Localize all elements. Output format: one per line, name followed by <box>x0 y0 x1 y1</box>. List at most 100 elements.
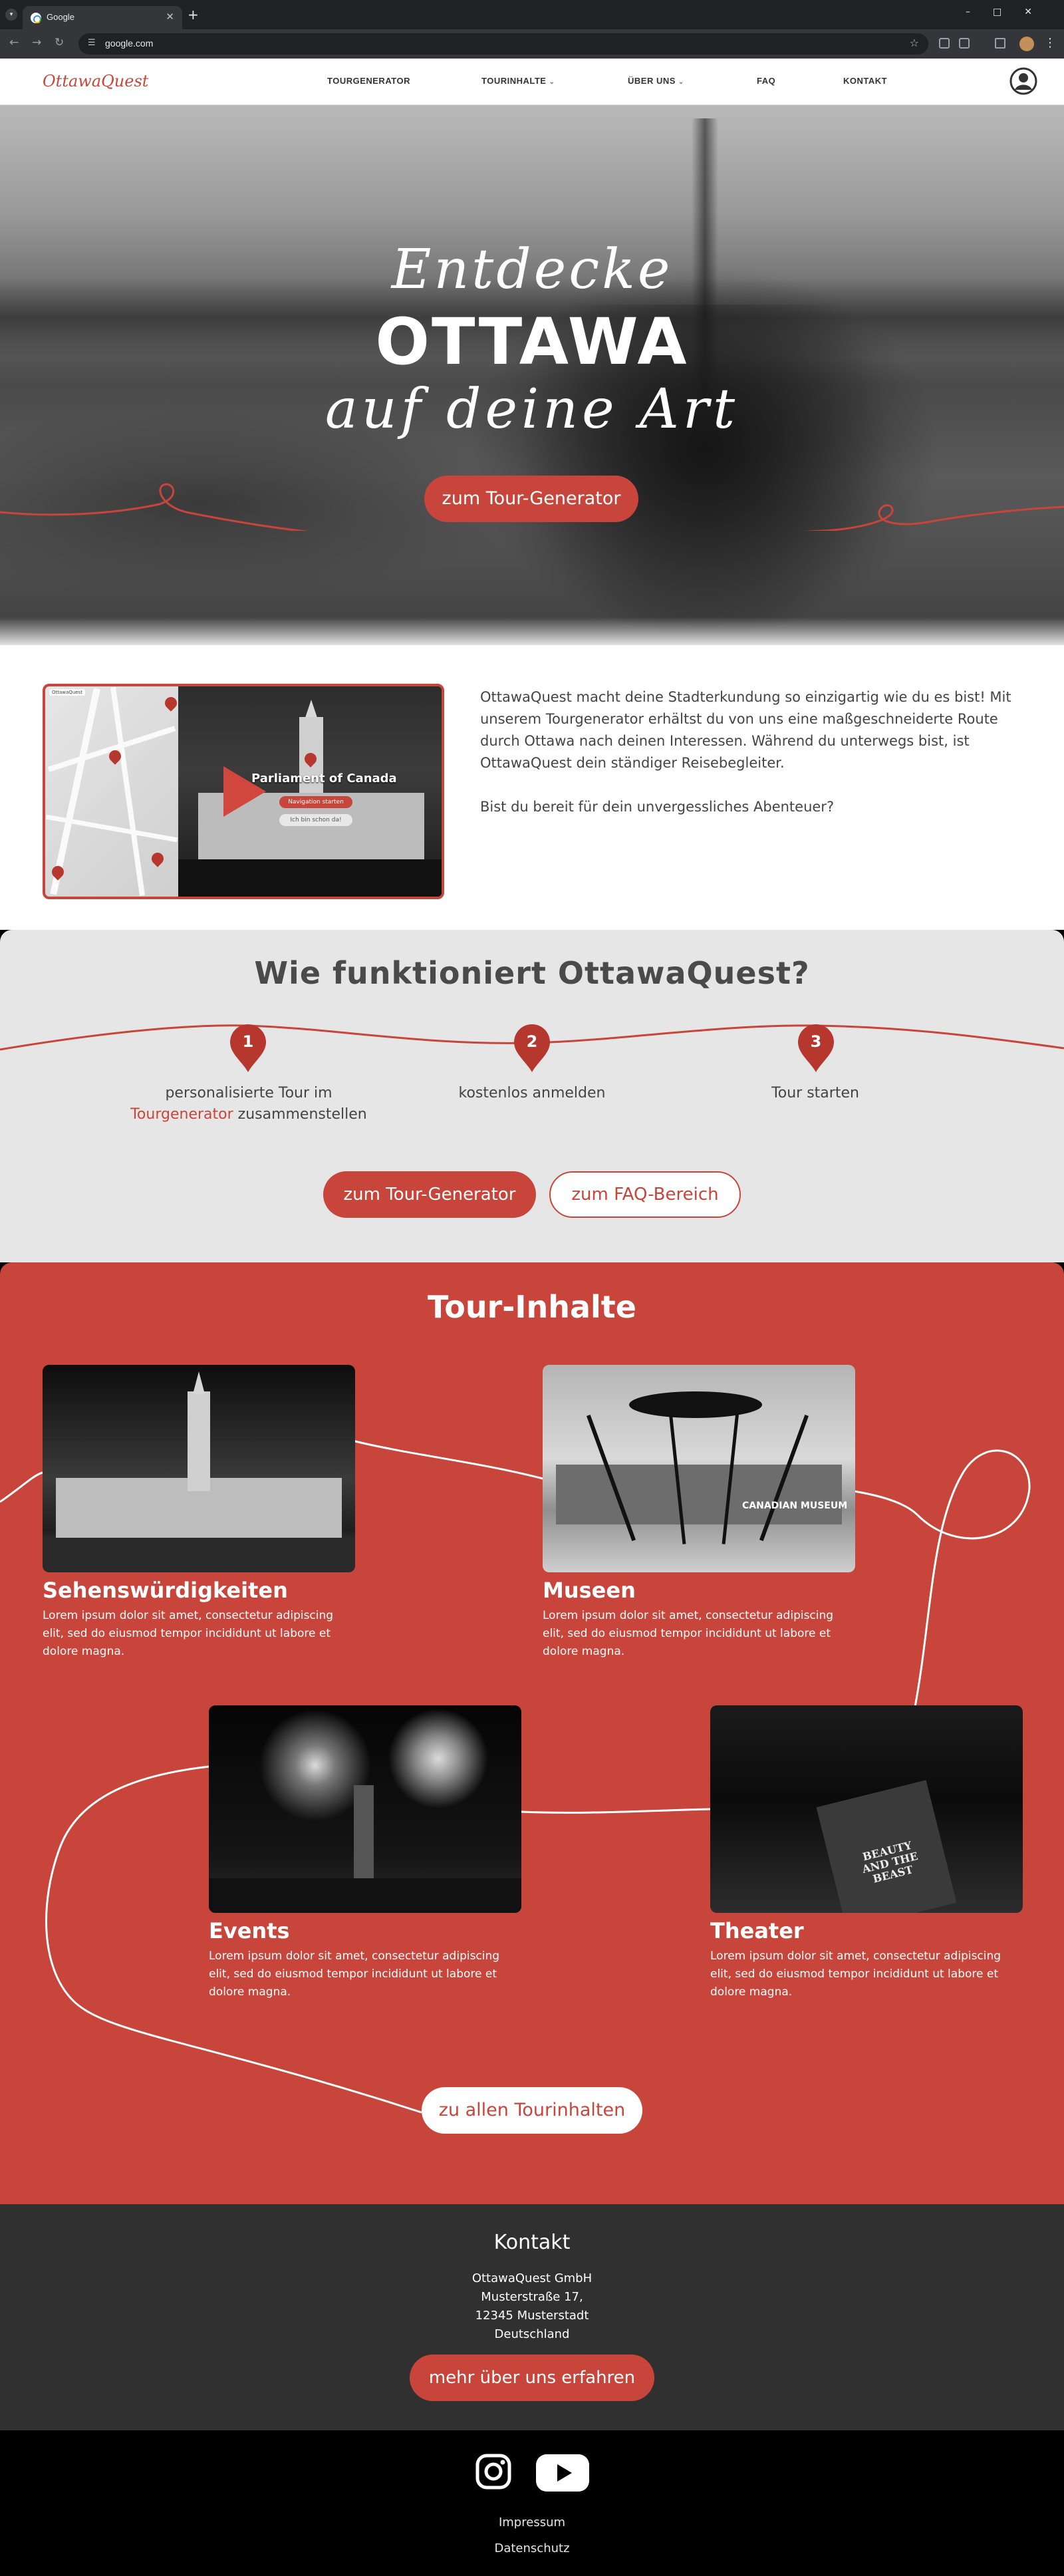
card-title: Events <box>209 1918 290 1943</box>
contact-title: Kontakt <box>493 2231 571 2254</box>
browser-menu-icon[interactable]: ⋮ <box>1044 36 1056 50</box>
new-tab-icon[interactable]: + <box>188 7 199 23</box>
intro-video[interactable]: OttawaQuest Parliament of Canada Navigat… <box>43 684 444 899</box>
nav-ueber-uns[interactable]: ÜBER UNS ⌄ <box>628 76 684 86</box>
museums-image: CANADIAN MUSEUM OF HISTORY <box>543 1365 855 1572</box>
step-marker-1: 1 <box>229 1024 267 1072</box>
chevron-down-icon: ⌄ <box>678 78 684 86</box>
card-title: Museen <box>543 1578 636 1603</box>
url-text: google.com <box>105 38 154 49</box>
back-icon[interactable]: ← <box>9 36 19 49</box>
nav-kontakt[interactable]: KONTAKT <box>843 76 887 86</box>
window-controls[interactable]: –□✕ <box>966 7 1055 17</box>
reload-icon[interactable]: ↻ <box>55 36 64 49</box>
hero-title-city: OTTAWA <box>375 305 689 379</box>
nav-label: TOURGENERATOR <box>327 76 410 86</box>
intro-text: OttawaQuest macht deine Stadterkundung s… <box>480 686 1025 840</box>
user-account-icon[interactable] <box>1009 67 1037 95</box>
bookmark-star-icon[interactable]: ☆ <box>910 37 919 49</box>
tour-title: Tour-Inhalte <box>427 1289 636 1325</box>
extension-icon[interactable] <box>939 38 950 49</box>
privacy-link[interactable]: Datenschutz <box>0 2541 1064 2555</box>
browser-toolbar: ← → ↻ ☰ google.com ☆ ⋮ <box>0 29 1064 59</box>
step-text-1: personalisierte Tour im Tourgenerator zu… <box>116 1083 382 1125</box>
forward-icon[interactable]: → <box>32 36 41 49</box>
video-map-tag: OttawaQuest <box>49 689 85 696</box>
faq-button[interactable]: zum FAQ-Bereich <box>549 1171 741 1218</box>
tour-generator-button[interactable]: zum Tour-Generator <box>323 1171 536 1218</box>
sights-image <box>43 1365 355 1572</box>
contact-address: OttawaQuest GmbH Musterstraße 17, 12345 … <box>0 2269 1064 2344</box>
card-description: Lorem ipsum dolor sit amet, consectetur … <box>710 1949 1001 1999</box>
events-image <box>209 1705 521 1913</box>
step-text: personalisierte Tour im <box>165 1085 332 1101</box>
nav-label: KONTAKT <box>843 76 888 86</box>
hero-tour-generator-button[interactable]: zum Tour-Generator <box>424 476 638 522</box>
nav-tourgenerator[interactable]: TOURGENERATOR <box>327 76 410 86</box>
street: Musterstraße 17, <box>481 2290 583 2304</box>
youtube-icon[interactable] <box>536 2454 589 2492</box>
tour-content-section: Tour-Inhalte Sehenswürdigkeiten Lorem ip… <box>0 1262 1064 2204</box>
extensions-puzzle-icon[interactable] <box>959 38 970 49</box>
site-footer: Impressum Datenschutz <box>0 2430 1064 2576</box>
card-title: Theater <box>710 1918 804 1943</box>
nav-faq[interactable]: FAQ <box>757 76 775 86</box>
museum-sign: CANADIAN MUSEUM OF HISTORY <box>742 1501 849 1511</box>
video-map-thumbnail: OttawaQuest <box>45 686 180 897</box>
hero-title-line3: auf deine Art <box>325 378 739 441</box>
video-thumbnail-button-navigate: Navigation starten <box>279 796 352 808</box>
imprint-link[interactable]: Impressum <box>0 2515 1064 2529</box>
step-number: 3 <box>810 1032 822 1051</box>
how-title: Wie funktioniert OttawaQuest? <box>254 955 810 991</box>
map-pin-icon <box>49 863 66 881</box>
tab-title: Google <box>47 12 74 22</box>
chevron-down-icon: ⌄ <box>549 78 555 86</box>
nav-label: FAQ <box>757 76 776 86</box>
all-tour-content-button[interactable]: zu allen Tourinhalten <box>422 2087 642 2134</box>
how-it-works-section: Wie funktioniert OttawaQuest? 1 2 3 pers… <box>0 930 1064 1262</box>
contact-section: Kontakt OttawaQuest GmbH Musterstraße 17… <box>0 2204 1064 2430</box>
country: Deutschland <box>494 2327 570 2341</box>
tab-close-icon[interactable]: ✕ <box>166 11 174 23</box>
video-thumbnail-button-arrived: Ich bin schon da! <box>279 814 352 826</box>
browser-tab[interactable]: Google ✕ <box>23 6 182 29</box>
site-info-icon[interactable]: ☰ <box>88 38 96 48</box>
about-us-button[interactable]: mehr über uns erfahren <box>410 2355 654 2401</box>
card-title: Sehenswürdigkeiten <box>43 1578 288 1603</box>
card-description: Lorem ipsum dolor sit amet, consectetur … <box>543 1609 834 1658</box>
card-description: Lorem ipsum dolor sit amet, consectetur … <box>209 1949 500 1999</box>
intro-section: OttawaQuest Parliament of Canada Navigat… <box>0 645 1064 930</box>
google-favicon-icon <box>31 13 41 23</box>
instagram-icon[interactable] <box>475 2453 512 2490</box>
tourgenerator-link[interactable]: Tourgenerator <box>130 1106 233 1123</box>
step-marker-2: 2 <box>513 1024 551 1072</box>
side-panel-icon[interactable] <box>995 38 1005 49</box>
step-text-2: kostenlos anmelden <box>458 1085 606 1101</box>
intro-paragraph: OttawaQuest macht deine Stadterkundung s… <box>480 689 1011 771</box>
tab-list-icon[interactable]: ▾ <box>5 9 17 21</box>
browser-tab-bar: ▾ Google ✕ + –□✕ <box>0 0 1064 29</box>
step-marker-3: 3 <box>797 1024 835 1072</box>
map-pin-icon <box>149 850 166 867</box>
map-pin-icon <box>162 694 180 712</box>
nav-tourinhalte[interactable]: TOURINHALTE ⌄ <box>481 76 555 86</box>
step-number: 2 <box>526 1032 538 1051</box>
hero-title-line1: Entdecke <box>391 238 673 301</box>
theater-image: BEAUTY AND THE BEAST <box>710 1705 1023 1913</box>
card-description: Lorem ipsum dolor sit amet, consectetur … <box>43 1609 334 1658</box>
site-header: OttawaQuest TOURGENERATOR TOURINHALTE ⌄ Ü… <box>0 59 1064 105</box>
video-building-thumbnail <box>178 686 442 897</box>
hero-bottom-fade <box>0 617 1064 645</box>
video-thumbnail-title: Parliament of Canada <box>251 772 397 786</box>
nav-label: TOURINHALTE <box>481 76 547 86</box>
address-bar[interactable]: ☰ google.com ☆ <box>78 33 928 55</box>
company-name: OttawaQuest GmbH <box>471 2271 593 2285</box>
step-number: 1 <box>242 1032 254 1051</box>
profile-avatar[interactable] <box>1019 37 1034 51</box>
site-logo[interactable]: OttawaQuest <box>43 72 148 90</box>
nav-label: ÜBER UNS <box>628 76 676 86</box>
play-icon[interactable] <box>223 766 266 817</box>
hero-section: Entdecke OTTAWA auf deine Art zum Tour-G… <box>0 105 1064 645</box>
step-text-3: Tour starten <box>771 1085 859 1101</box>
intro-question: Bist du bereit für dein unvergessliches … <box>480 799 835 815</box>
